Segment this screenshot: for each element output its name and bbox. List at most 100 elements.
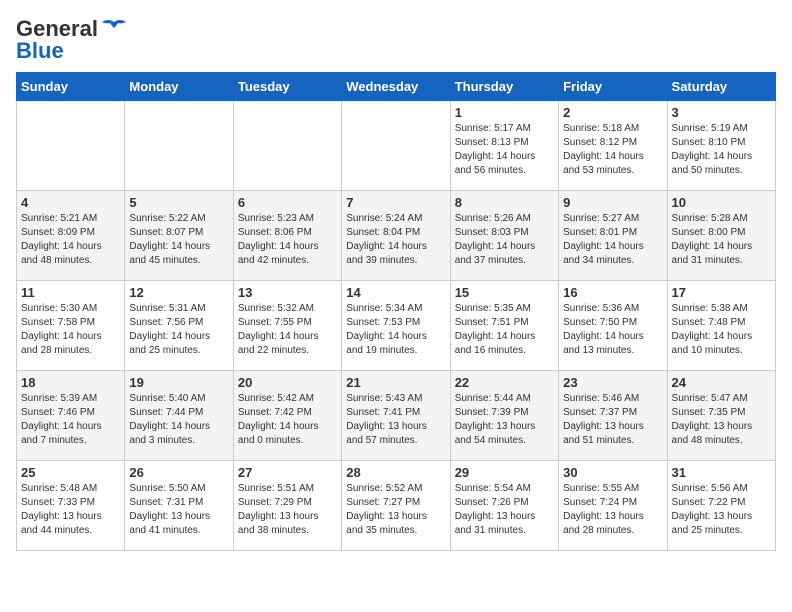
header: General Blue <box>16 16 776 64</box>
day-info: Sunrise: 5:46 AM Sunset: 7:37 PM Dayligh… <box>563 392 662 448</box>
logo-blue: Blue <box>16 38 64 64</box>
day-number: 31 <box>672 465 771 480</box>
day-info: Sunrise: 5:55 AM Sunset: 7:24 PM Dayligh… <box>563 482 662 538</box>
calendar-cell: 29 Sunrise: 5:54 AM Sunset: 7:26 PM Dayli… <box>450 461 558 551</box>
calendar-cell: 1 Sunrise: 5:17 AM Sunset: 8:13 PM Daylig… <box>450 101 558 191</box>
calendar-cell: 21 Sunrise: 5:43 AM Sunset: 7:41 PM Dayli… <box>342 371 450 461</box>
weekday-header-saturday: Saturday <box>667 73 775 101</box>
day-number: 19 <box>129 375 228 390</box>
calendar-cell: 25Sunrise: 5:48 AM Sunset: 7:33 PM Dayli… <box>17 461 125 551</box>
day-number: 21 <box>346 375 445 390</box>
day-number: 20 <box>238 375 337 390</box>
day-info: Sunrise: 5:23 AM Sunset: 8:06 PM Dayligh… <box>238 212 337 268</box>
calendar-cell <box>233 101 341 191</box>
day-number: 29 <box>455 465 554 480</box>
day-info: Sunrise: 5:39 AM Sunset: 7:46 PM Dayligh… <box>21 392 120 448</box>
day-info: Sunrise: 5:35 AM Sunset: 7:51 PM Dayligh… <box>455 302 554 358</box>
calendar-cell: 17Sunrise: 5:38 AM Sunset: 7:48 PM Dayli… <box>667 281 775 371</box>
day-info: Sunrise: 5:56 AM Sunset: 7:22 PM Dayligh… <box>672 482 771 538</box>
calendar-cell: 18 Sunrise: 5:39 AM Sunset: 7:46 PM Dayli… <box>17 371 125 461</box>
day-info: Sunrise: 5:27 AM Sunset: 8:01 PM Dayligh… <box>563 212 662 268</box>
calendar-cell: 2 Sunrise: 5:18 AM Sunset: 8:12 PM Daylig… <box>559 101 667 191</box>
weekday-header-row: SundayMondayTuesdayWednesdayThursdayFrid… <box>17 73 776 101</box>
calendar-cell: 20 Sunrise: 5:42 AM Sunset: 7:42 PM Dayli… <box>233 371 341 461</box>
day-info: Sunrise: 5:36 AM Sunset: 7:50 PM Dayligh… <box>563 302 662 358</box>
day-number: 27 <box>238 465 337 480</box>
calendar-cell: 22 Sunrise: 5:44 AM Sunset: 7:39 PM Dayli… <box>450 371 558 461</box>
calendar-cell: 30Sunrise: 5:55 AM Sunset: 7:24 PM Dayli… <box>559 461 667 551</box>
day-number: 9 <box>563 195 662 210</box>
weekday-header-friday: Friday <box>559 73 667 101</box>
weekday-header-sunday: Sunday <box>17 73 125 101</box>
weekday-header-wednesday: Wednesday <box>342 73 450 101</box>
calendar-cell: 7Sunrise: 5:24 AM Sunset: 8:04 PM Daylig… <box>342 191 450 281</box>
calendar-cell <box>342 101 450 191</box>
day-number: 22 <box>455 375 554 390</box>
day-info: Sunrise: 5:43 AM Sunset: 7:41 PM Dayligh… <box>346 392 445 448</box>
logo-bird-icon <box>100 18 128 40</box>
day-number: 16 <box>563 285 662 300</box>
day-info: Sunrise: 5:38 AM Sunset: 7:48 PM Dayligh… <box>672 302 771 358</box>
day-info: Sunrise: 5:21 AM Sunset: 8:09 PM Dayligh… <box>21 212 120 268</box>
day-number: 4 <box>21 195 120 210</box>
day-info: Sunrise: 5:26 AM Sunset: 8:03 PM Dayligh… <box>455 212 554 268</box>
day-info: Sunrise: 5:17 AM Sunset: 8:13 PM Dayligh… <box>455 122 554 178</box>
day-number: 11 <box>21 285 120 300</box>
day-number: 3 <box>672 105 771 120</box>
weekday-header-monday: Monday <box>125 73 233 101</box>
day-info: Sunrise: 5:54 AM Sunset: 7:26 PM Dayligh… <box>455 482 554 538</box>
day-info: Sunrise: 5:18 AM Sunset: 8:12 PM Dayligh… <box>563 122 662 178</box>
day-number: 25 <box>21 465 120 480</box>
calendar-cell: 10 Sunrise: 5:28 AM Sunset: 8:00 PM Dayli… <box>667 191 775 281</box>
calendar-cell: 3 Sunrise: 5:19 AM Sunset: 8:10 PM Daylig… <box>667 101 775 191</box>
weekday-header-thursday: Thursday <box>450 73 558 101</box>
day-info: Sunrise: 5:28 AM Sunset: 8:00 PM Dayligh… <box>672 212 771 268</box>
day-number: 18 <box>21 375 120 390</box>
day-number: 2 <box>563 105 662 120</box>
day-info: Sunrise: 5:47 AM Sunset: 7:35 PM Dayligh… <box>672 392 771 448</box>
calendar-cell: 6Sunrise: 5:23 AM Sunset: 8:06 PM Daylig… <box>233 191 341 281</box>
day-number: 1 <box>455 105 554 120</box>
day-info: Sunrise: 5:34 AM Sunset: 7:53 PM Dayligh… <box>346 302 445 358</box>
day-info: Sunrise: 5:40 AM Sunset: 7:44 PM Dayligh… <box>129 392 228 448</box>
day-number: 23 <box>563 375 662 390</box>
day-number: 12 <box>129 285 228 300</box>
calendar-cell: 27 Sunrise: 5:51 AM Sunset: 7:29 PM Dayli… <box>233 461 341 551</box>
calendar-week-2: 4 Sunrise: 5:21 AM Sunset: 8:09 PM Daylig… <box>17 191 776 281</box>
calendar-table: SundayMondayTuesdayWednesdayThursdayFrid… <box>16 72 776 551</box>
day-info: Sunrise: 5:24 AM Sunset: 8:04 PM Dayligh… <box>346 212 445 268</box>
day-info: Sunrise: 5:19 AM Sunset: 8:10 PM Dayligh… <box>672 122 771 178</box>
day-number: 14 <box>346 285 445 300</box>
calendar-week-1: 1 Sunrise: 5:17 AM Sunset: 8:13 PM Daylig… <box>17 101 776 191</box>
calendar-cell: 26Sunrise: 5:50 AM Sunset: 7:31 PM Dayli… <box>125 461 233 551</box>
day-number: 26 <box>129 465 228 480</box>
calendar-cell: 11 Sunrise: 5:30 AM Sunset: 7:58 PM Dayli… <box>17 281 125 371</box>
day-info: Sunrise: 5:42 AM Sunset: 7:42 PM Dayligh… <box>238 392 337 448</box>
calendar-cell: 12 Sunrise: 5:31 AM Sunset: 7:56 PM Dayli… <box>125 281 233 371</box>
calendar-cell: 15 Sunrise: 5:35 AM Sunset: 7:51 PM Dayli… <box>450 281 558 371</box>
calendar-cell: 4 Sunrise: 5:21 AM Sunset: 8:09 PM Daylig… <box>17 191 125 281</box>
calendar-cell: 28Sunrise: 5:52 AM Sunset: 7:27 PM Dayli… <box>342 461 450 551</box>
calendar-cell: 23 Sunrise: 5:46 AM Sunset: 7:37 PM Dayli… <box>559 371 667 461</box>
calendar-cell: 19 Sunrise: 5:40 AM Sunset: 7:44 PM Dayli… <box>125 371 233 461</box>
day-number: 15 <box>455 285 554 300</box>
day-info: Sunrise: 5:51 AM Sunset: 7:29 PM Dayligh… <box>238 482 337 538</box>
day-info: Sunrise: 5:44 AM Sunset: 7:39 PM Dayligh… <box>455 392 554 448</box>
calendar-cell: 31 Sunrise: 5:56 AM Sunset: 7:22 PM Dayli… <box>667 461 775 551</box>
calendar-cell: 8Sunrise: 5:26 AM Sunset: 8:03 PM Daylig… <box>450 191 558 281</box>
calendar-cell: 24 Sunrise: 5:47 AM Sunset: 7:35 PM Dayli… <box>667 371 775 461</box>
calendar-week-5: 25Sunrise: 5:48 AM Sunset: 7:33 PM Dayli… <box>17 461 776 551</box>
calendar-week-3: 11 Sunrise: 5:30 AM Sunset: 7:58 PM Dayli… <box>17 281 776 371</box>
calendar-cell <box>125 101 233 191</box>
calendar-cell: 13Sunrise: 5:32 AM Sunset: 7:55 PM Dayli… <box>233 281 341 371</box>
day-info: Sunrise: 5:31 AM Sunset: 7:56 PM Dayligh… <box>129 302 228 358</box>
logo: General Blue <box>16 16 128 64</box>
day-number: 13 <box>238 285 337 300</box>
weekday-header-tuesday: Tuesday <box>233 73 341 101</box>
day-info: Sunrise: 5:30 AM Sunset: 7:58 PM Dayligh… <box>21 302 120 358</box>
calendar-cell: 14 Sunrise: 5:34 AM Sunset: 7:53 PM Dayli… <box>342 281 450 371</box>
calendar-week-4: 18 Sunrise: 5:39 AM Sunset: 7:46 PM Dayli… <box>17 371 776 461</box>
day-number: 24 <box>672 375 771 390</box>
day-number: 10 <box>672 195 771 210</box>
day-number: 5 <box>129 195 228 210</box>
